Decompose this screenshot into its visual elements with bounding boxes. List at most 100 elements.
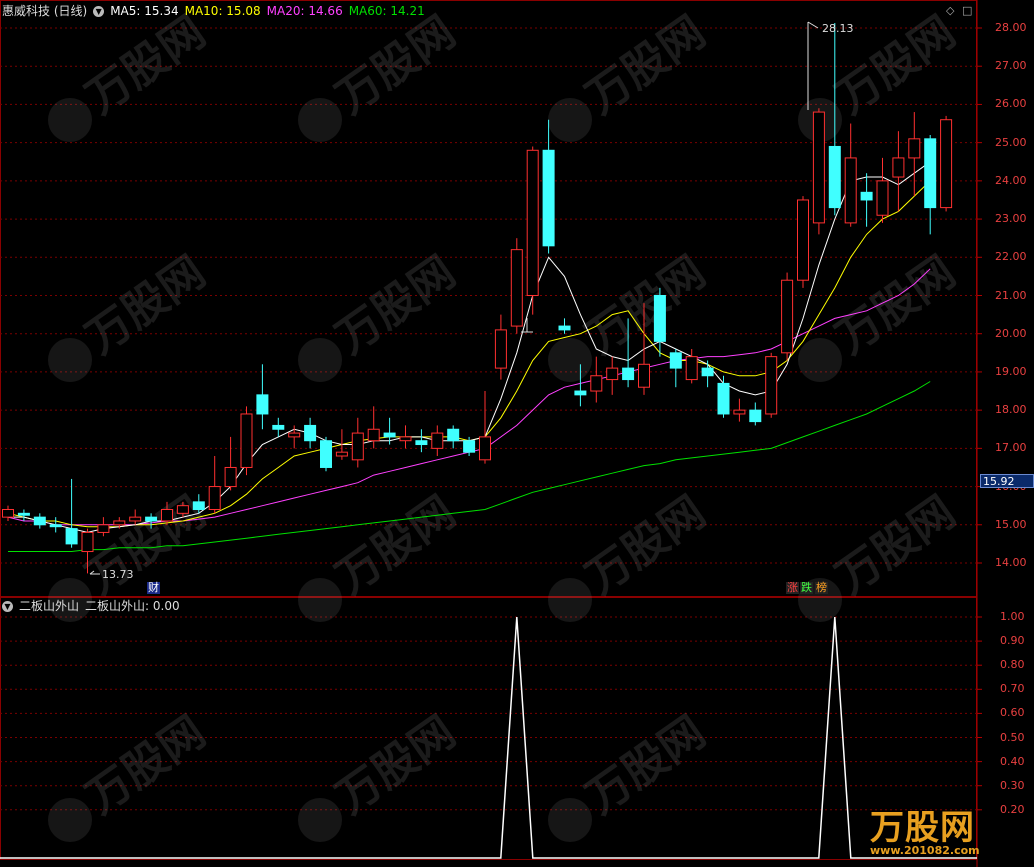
diamond-icon[interactable]: ◇ (946, 4, 954, 17)
candle-body (828, 145, 841, 209)
candle-body (526, 149, 539, 296)
watermark-mascot (298, 98, 342, 142)
main-chart-header: 惠威科技 (日线) ▼ MA5: 15.34 MA10: 15.08 MA20: 14.… (2, 4, 431, 18)
candle-body (415, 440, 428, 446)
indicator-tick-label: 0.40 (1000, 754, 1025, 768)
indicator-dropdown-icon[interactable]: ▼ (2, 601, 13, 612)
candle[interactable] (797, 196, 809, 288)
candle-body (129, 516, 142, 522)
candle-body (17, 512, 30, 516)
candle-body (145, 516, 158, 522)
price-tick-label: 28.00 (995, 21, 1027, 34)
candle-body (447, 428, 460, 442)
candle-body (542, 149, 555, 247)
price-tick-label: 27.00 (995, 59, 1027, 73)
candle-body (733, 409, 746, 415)
ma20-label: MA20: 14.66 (266, 4, 343, 18)
watermark-mascot (298, 578, 342, 622)
candle-body (908, 138, 921, 159)
candle-body (49, 524, 62, 528)
candle-body (224, 466, 237, 488)
site-logo: 万股网 (870, 808, 975, 848)
watermark-mascot (48, 338, 92, 382)
price-tick-label: 21.00 (995, 288, 1027, 302)
candle-body (717, 382, 730, 415)
candle-body (97, 524, 110, 533)
candle-body (558, 325, 571, 331)
candle-body (240, 413, 253, 468)
price-tick-label: 17.00 (995, 441, 1027, 455)
candle-body (479, 436, 491, 461)
candle-body (288, 432, 301, 438)
indicator-tick-label: 1.00 (1000, 610, 1025, 623)
watermark-mascot (298, 798, 342, 842)
candle-body (606, 367, 619, 381)
dropdown-icon[interactable]: ▼ (93, 6, 105, 17)
candle-body (574, 390, 587, 396)
indicator-tick-label: 0.30 (1000, 778, 1025, 792)
indicator-header: ▼ 二板山外山 二板山外山: 0.00 (2, 599, 186, 613)
candle-body (256, 394, 269, 415)
price-tick-label: 23.00 (995, 212, 1027, 226)
candle[interactable] (812, 108, 825, 235)
indicator-name[interactable]: 二板山外山 (19, 599, 79, 613)
chart-canvas[interactable]: 万股网 万股网 万股网 万股网万股网 万股网 万股网 万股网万股网 万股网 万股网 万股网万股网万… (0, 0, 1034, 867)
candle-body (590, 375, 603, 392)
candle-body (924, 138, 937, 209)
price-tick-label: 15.00 (995, 517, 1027, 531)
price-tick-label: 14.00 (995, 556, 1027, 569)
indicator-tick-label: 0.90 (1000, 634, 1025, 648)
ma60-label: MA60: 14.21 (348, 4, 425, 18)
indicator-tick-label: 0.20 (1000, 802, 1025, 816)
site-url: www.201082.com (870, 844, 980, 857)
stock-title[interactable]: 惠威科技 (日线) (2, 4, 87, 18)
finance-badge[interactable]: 财 (147, 582, 160, 594)
badge-die[interactable]: 跌 (800, 582, 813, 594)
candle[interactable] (781, 272, 794, 361)
badge-bang[interactable]: 榜 (815, 582, 828, 594)
watermark-mascot (48, 98, 92, 142)
watermark-mascot (798, 338, 842, 382)
candle-body (876, 180, 889, 216)
candle-body (812, 111, 825, 224)
candle-body (304, 424, 317, 442)
watermark-mascot (48, 798, 92, 842)
candle[interactable] (240, 406, 253, 476)
candle-body (383, 432, 396, 438)
watermark-mascot (548, 578, 592, 622)
candle-body (351, 432, 364, 461)
candle-body (2, 509, 14, 518)
price-tick-label: 25.00 (995, 135, 1027, 149)
candle[interactable] (940, 115, 953, 212)
candle-body (797, 199, 809, 281)
settings-square-icon[interactable]: □ (962, 4, 972, 17)
indicator-value: 二板山外山: 0.00 (85, 599, 180, 613)
candle[interactable] (765, 352, 778, 418)
candle[interactable] (510, 238, 523, 334)
watermark-mascot (548, 798, 592, 842)
badge-zhang[interactable]: 涨 (786, 582, 799, 594)
candle-body (65, 528, 78, 545)
candle[interactable] (320, 436, 332, 472)
candle-body (192, 501, 205, 511)
candle-body (335, 451, 348, 457)
candle-body (494, 329, 507, 369)
candle[interactable] (526, 146, 539, 315)
candle-body (463, 440, 476, 453)
price-tick-label: 20.00 (995, 326, 1027, 340)
price-tick-label: 18.00 (995, 403, 1027, 417)
candle-body (860, 191, 873, 201)
candle-body (892, 157, 905, 178)
candle-body (940, 119, 953, 209)
indicator-tick-label: 0.70 (1000, 682, 1025, 696)
indicator-tick-label: 0.60 (1000, 706, 1025, 720)
candle-body (208, 486, 221, 511)
price-tick-label: 19.00 (995, 364, 1027, 378)
indicator-tick-label: 0.50 (1000, 730, 1025, 744)
candle-body (272, 424, 285, 430)
watermark-mascot (548, 338, 592, 382)
candle-body (749, 409, 762, 423)
candle-body (653, 295, 666, 342)
candle-body (431, 432, 444, 449)
candle-body (765, 356, 778, 415)
